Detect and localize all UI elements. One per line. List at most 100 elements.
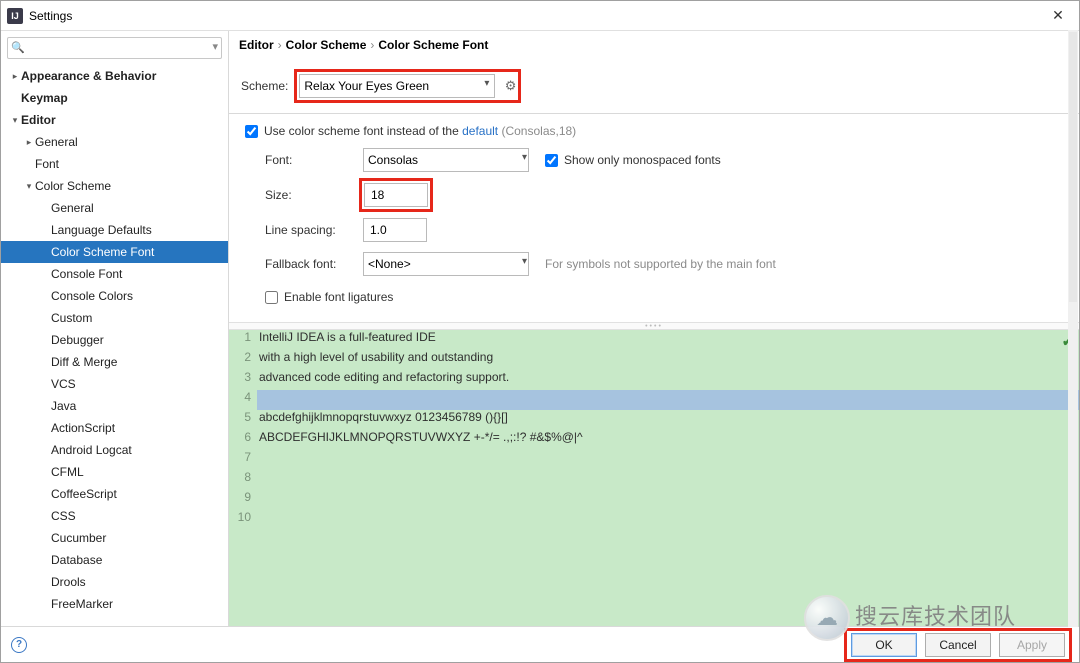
- line-spacing-input[interactable]: [363, 218, 427, 242]
- preview-line: 10: [229, 510, 1079, 530]
- tree-item-label: CoffeeScript: [51, 487, 117, 501]
- ligatures-checkbox[interactable]: [265, 291, 278, 304]
- tree-item-general[interactable]: ▸General: [1, 131, 228, 153]
- tree-item-debugger[interactable]: Debugger: [1, 329, 228, 351]
- tree-item-css[interactable]: CSS: [1, 505, 228, 527]
- tree-item-keymap[interactable]: Keymap: [1, 87, 228, 109]
- tree-item-diff-merge[interactable]: Diff & Merge: [1, 351, 228, 373]
- tree-item-custom[interactable]: Custom: [1, 307, 228, 329]
- tree-item-language-defaults[interactable]: Language Defaults: [1, 219, 228, 241]
- breadcrumb-color-scheme[interactable]: Color Scheme: [286, 38, 367, 52]
- window-title: Settings: [29, 9, 1043, 23]
- chevron-down-icon: ▾: [9, 115, 21, 126]
- gutter-line-number: 10: [229, 510, 257, 530]
- tree-item-cucumber[interactable]: Cucumber: [1, 527, 228, 549]
- tree-item-label: Database: [51, 553, 102, 567]
- tree-item-freemarker[interactable]: FreeMarker: [1, 593, 228, 615]
- gear-icon[interactable]: ⚙: [505, 78, 517, 93]
- tree-item-label: FreeMarker: [51, 597, 113, 611]
- code-text: IntelliJ IDEA is a full-featured IDE: [257, 330, 1079, 350]
- close-icon[interactable]: ✕: [1043, 7, 1073, 24]
- gutter-line-number: 3: [229, 370, 257, 390]
- main-panel: Editor › Color Scheme › Color Scheme Fon…: [229, 31, 1079, 626]
- tree-item-label: CSS: [51, 509, 76, 523]
- cancel-button[interactable]: Cancel: [925, 633, 991, 657]
- sidebar: 🔍 ▾ ▸Appearance & BehaviorKeymap▾Editor▸…: [1, 31, 229, 626]
- tree-item-font[interactable]: Font: [1, 153, 228, 175]
- tree-item-label: Java: [51, 399, 76, 413]
- preview-line: 4: [229, 390, 1079, 410]
- gutter-line-number: 9: [229, 490, 257, 510]
- code-text: abcdefghijklmnopqrstuvwxyz 0123456789 ()…: [257, 410, 1079, 430]
- font-select[interactable]: Consolas: [363, 148, 529, 172]
- chevron-down-icon[interactable]: ▾: [212, 40, 218, 53]
- tree-item-label: Keymap: [21, 91, 68, 105]
- fallback-select[interactable]: <None>: [363, 252, 529, 276]
- tree-item-console-font[interactable]: Console Font: [1, 263, 228, 285]
- tree-item-label: General: [51, 201, 94, 215]
- tree-item-cfml[interactable]: CFML: [1, 461, 228, 483]
- size-input[interactable]: [364, 183, 428, 207]
- default-link[interactable]: default: [462, 124, 498, 138]
- tree-item-label: Language Defaults: [51, 223, 152, 237]
- chevron-right-icon: ›: [278, 38, 282, 52]
- ok-button[interactable]: OK: [851, 633, 917, 657]
- tree-item-color-scheme-font[interactable]: Color Scheme Font: [1, 241, 228, 263]
- tree-item-label: VCS: [51, 377, 76, 391]
- search-icon: 🔍: [11, 41, 25, 54]
- code-text: [257, 470, 1079, 490]
- use-scheme-font-checkbox[interactable]: [245, 125, 258, 138]
- tree-item-drools[interactable]: Drools: [1, 571, 228, 593]
- code-text: [257, 390, 1079, 410]
- preview-line: 9: [229, 490, 1079, 510]
- tree-item-java[interactable]: Java: [1, 395, 228, 417]
- dialog-body: 🔍 ▾ ▸Appearance & BehaviorKeymap▾Editor▸…: [1, 31, 1079, 626]
- tree-item-coffeescript[interactable]: CoffeeScript: [1, 483, 228, 505]
- search-input[interactable]: [7, 37, 222, 59]
- apply-button[interactable]: Apply: [999, 633, 1065, 657]
- size-label: Size:: [265, 188, 351, 202]
- tree-item-label: Cucumber: [51, 531, 106, 545]
- tree-item-label: Editor: [21, 113, 56, 127]
- code-text: [257, 450, 1079, 470]
- show-mono-checkbox[interactable]: [545, 154, 558, 167]
- tree-item-vcs[interactable]: VCS: [1, 373, 228, 395]
- tree-item-general[interactable]: General: [1, 197, 228, 219]
- help-icon[interactable]: ?: [11, 637, 27, 653]
- tree-item-editor[interactable]: ▾Editor: [1, 109, 228, 131]
- scrollbar[interactable]: [1068, 30, 1078, 627]
- use-scheme-font-label-post: (Consolas,18): [498, 124, 576, 138]
- breadcrumb-editor[interactable]: Editor: [239, 38, 274, 52]
- scrollbar-thumb[interactable]: [1069, 32, 1077, 302]
- scheme-label: Scheme:: [241, 79, 288, 93]
- font-preview[interactable]: ✔ 1IntelliJ IDEA is a full-featured IDE2…: [229, 330, 1079, 626]
- splitter[interactable]: ••••: [229, 322, 1079, 330]
- tree-item-color-scheme[interactable]: ▾Color Scheme: [1, 175, 228, 197]
- tree-item-label: Drools: [51, 575, 86, 589]
- settings-tree[interactable]: ▸Appearance & BehaviorKeymap▾Editor▸Gene…: [1, 63, 228, 626]
- preview-line: 7: [229, 450, 1079, 470]
- ligatures-label: Enable font ligatures: [284, 290, 393, 304]
- tree-item-android-logcat[interactable]: Android Logcat: [1, 439, 228, 461]
- tree-item-label: CFML: [51, 465, 84, 479]
- tree-item-database[interactable]: Database: [1, 549, 228, 571]
- gutter-line-number: 1: [229, 330, 257, 350]
- gutter-line-number: 5: [229, 410, 257, 430]
- preview-line: 3advanced code editing and refactoring s…: [229, 370, 1079, 390]
- title-bar: IJ Settings ✕: [1, 1, 1079, 31]
- tree-item-label: ActionScript: [51, 421, 115, 435]
- tree-item-appearance-behavior[interactable]: ▸Appearance & Behavior: [1, 65, 228, 87]
- code-text: ABCDEFGHIJKLMNOPQRSTUVWXYZ +-*/= .,;:!? …: [257, 430, 1079, 450]
- tree-item-label: Font: [35, 157, 59, 171]
- preview-line: 5abcdefghijklmnopqrstuvwxyz 0123456789 (…: [229, 410, 1079, 430]
- preview-line: 8: [229, 470, 1079, 490]
- scheme-select[interactable]: Relax Your Eyes Green: [299, 74, 495, 98]
- dialog-footer: ? OK Cancel Apply: [1, 626, 1079, 662]
- tree-item-actionscript[interactable]: ActionScript: [1, 417, 228, 439]
- show-mono-label: Show only monospaced fonts: [564, 153, 721, 167]
- settings-window: IJ Settings ✕ 🔍 ▾ ▸Appearance & Behavior…: [0, 0, 1080, 663]
- gutter-line-number: 2: [229, 350, 257, 370]
- tree-item-console-colors[interactable]: Console Colors: [1, 285, 228, 307]
- gutter-line-number: 6: [229, 430, 257, 450]
- preview-line: 1IntelliJ IDEA is a full-featured IDE: [229, 330, 1079, 350]
